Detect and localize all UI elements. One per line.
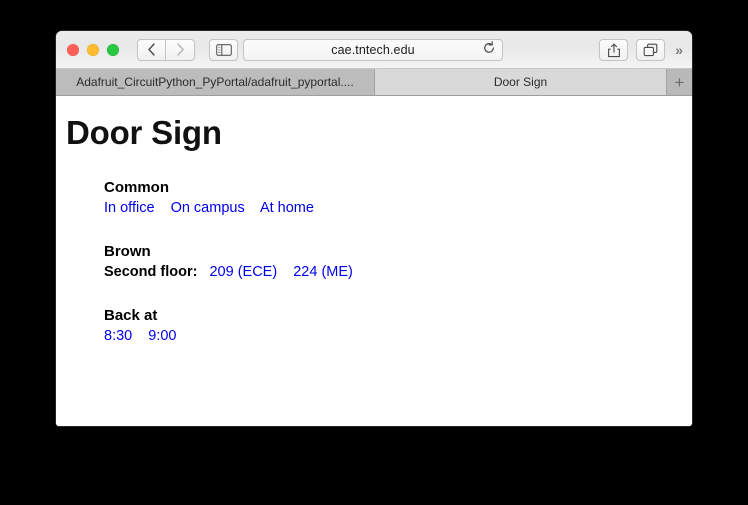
tab-bar: Adafruit_CircuitPython_PyPortal/adafruit…	[56, 69, 692, 96]
browser-toolbar: cae.tntech.edu »	[56, 31, 692, 69]
link-209-ece[interactable]: 209 (ECE)	[209, 264, 277, 280]
address-bar[interactable]: cae.tntech.edu	[243, 39, 503, 61]
link-in-office[interactable]: In office	[104, 200, 155, 216]
sidebar-toggle-icon	[215, 43, 232, 56]
new-tab-button[interactable]: +	[667, 69, 692, 95]
tab-label: Adafruit_CircuitPython_PyPortal/adafruit…	[76, 75, 354, 89]
forward-button[interactable]	[166, 38, 195, 61]
navigation-buttons	[137, 38, 195, 61]
link-830[interactable]: 8:30	[104, 328, 132, 344]
more-toolbar-items-button[interactable]: »	[673, 42, 684, 58]
section-links: 8:30 9:00	[104, 327, 692, 345]
section-heading: Back at	[104, 306, 158, 324]
section-links: Second floor: 209 (ECE) 224 (ME)	[104, 263, 692, 281]
share-button[interactable]	[599, 39, 629, 61]
window-controls	[67, 43, 119, 56]
close-window-button[interactable]	[67, 43, 79, 56]
share-icon	[607, 43, 621, 58]
section-heading: Brown	[104, 242, 151, 260]
minimize-window-button[interactable]	[87, 43, 99, 56]
sidebar-button-wrap	[209, 38, 238, 61]
section-brown: Brown Second floor: 209 (ECE) 224 (ME)	[56, 243, 692, 281]
reload-icon	[482, 40, 496, 60]
section-heading: Common	[104, 178, 169, 196]
page-title: Door Sign	[66, 114, 222, 151]
reload-button[interactable]	[482, 40, 496, 60]
plus-icon: +	[674, 72, 685, 92]
maximize-window-button[interactable]	[107, 43, 119, 56]
tab-door-sign[interactable]: Door Sign	[375, 69, 667, 95]
section-links: In office On campus At home	[104, 199, 692, 217]
tab-overview-button[interactable]	[636, 39, 666, 61]
page-content: Door Sign Common In office On campus At …	[56, 96, 692, 426]
toolbar-right-group: »	[599, 39, 684, 61]
link-on-campus[interactable]: On campus	[171, 200, 245, 216]
section-sublabel: Second floor:	[104, 263, 198, 280]
back-button[interactable]	[137, 38, 166, 61]
link-900[interactable]: 9:00	[148, 328, 176, 344]
chevron-right-icon	[176, 43, 185, 56]
link-224-me[interactable]: 224 (ME)	[293, 264, 353, 280]
browser-window: cae.tntech.edu » Adafruit_CircuitPython_…	[56, 31, 692, 426]
link-at-home[interactable]: At home	[260, 200, 314, 216]
section-common: Common In office On campus At home	[56, 179, 692, 217]
sidebar-toggle-button[interactable]	[209, 38, 238, 61]
tab-label: Door Sign	[493, 75, 548, 89]
section-back-at: Back at 8:30 9:00	[56, 307, 692, 345]
tab-overview-icon	[643, 43, 658, 57]
chevron-left-icon	[147, 43, 156, 56]
url-text: cae.tntech.edu	[331, 43, 415, 57]
tab-adafruit-circuitpython-pyportal[interactable]: Adafruit_CircuitPython_PyPortal/adafruit…	[56, 69, 375, 95]
